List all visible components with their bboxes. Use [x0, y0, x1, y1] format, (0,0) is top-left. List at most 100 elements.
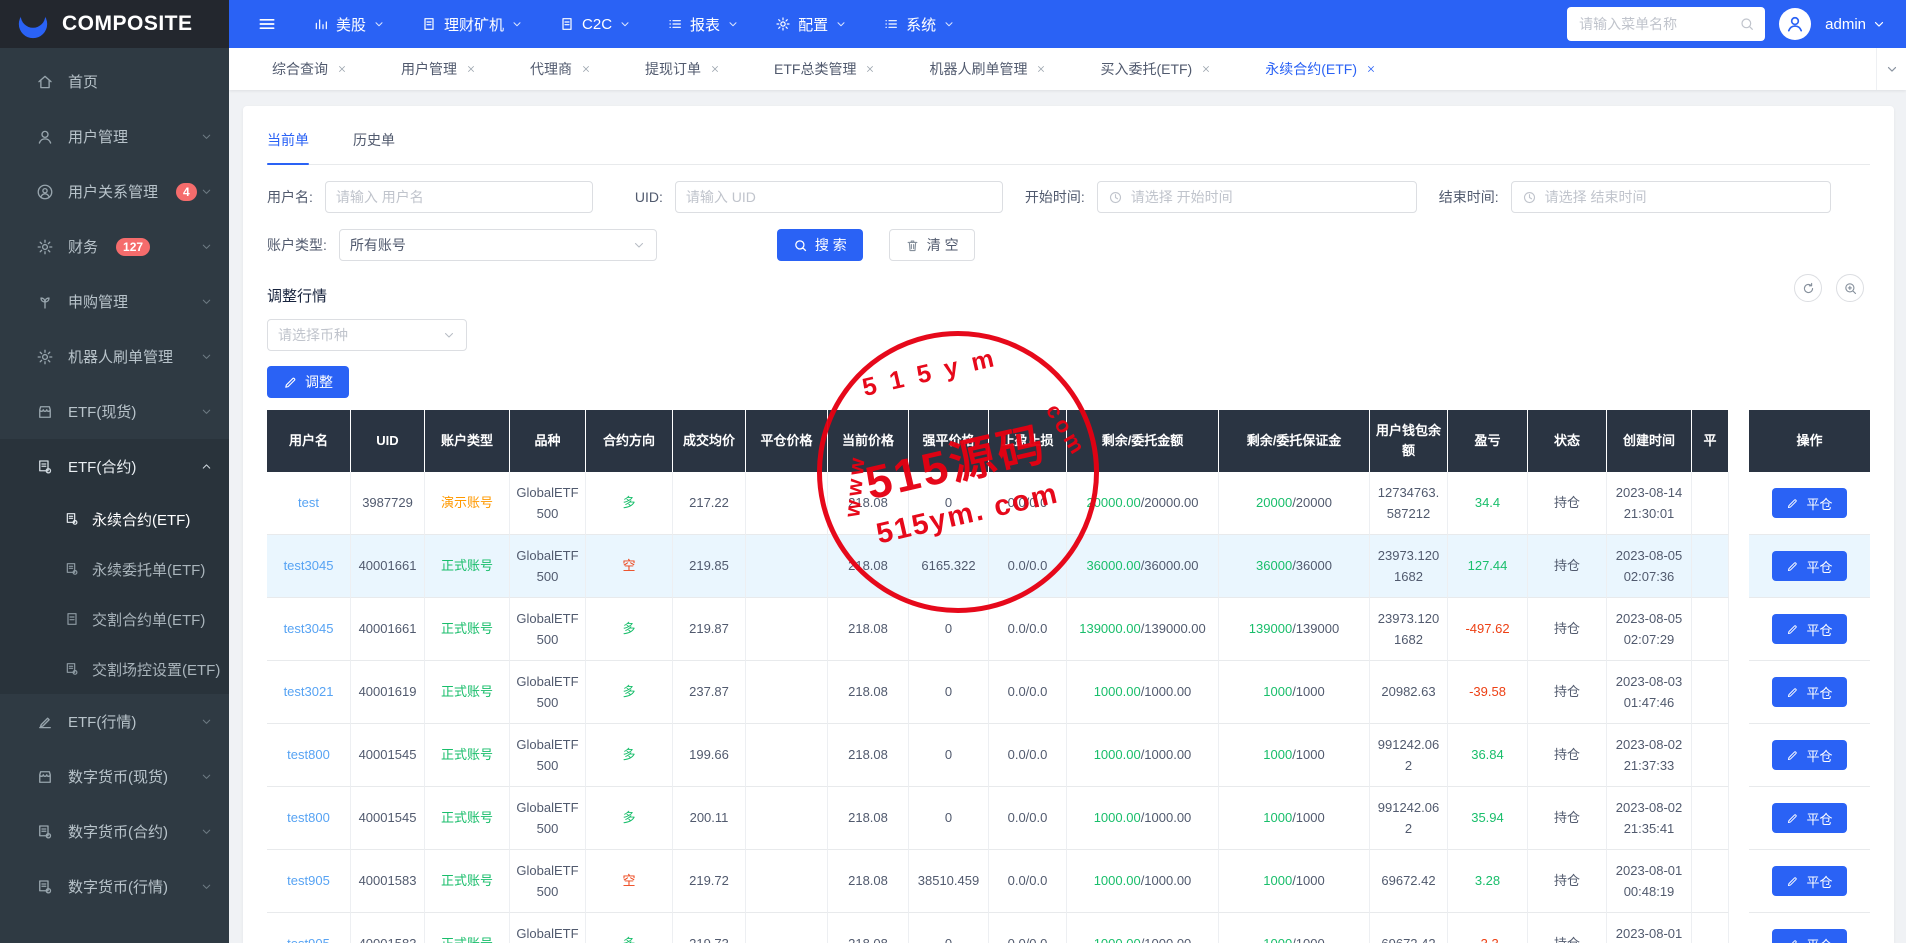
sidebar-item-财务[interactable]: 财务 127 [0, 219, 229, 274]
cell-wallet-balance: 20982.63 [1370, 661, 1448, 724]
username-link[interactable]: test905 [287, 870, 330, 891]
tabs-dropdown-button[interactable] [1876, 48, 1906, 90]
top-menu-item-6[interactable]: 系统 [883, 14, 955, 35]
cell-direction: 多 [586, 472, 673, 535]
top-menu-item-3[interactable]: C2C [559, 16, 631, 33]
sidebar-item-交割场控设置(ETF)[interactable]: 交割场控设置(ETF) [0, 644, 229, 694]
close-icon[interactable] [466, 64, 476, 74]
tab-label: ETF总类管理 [774, 61, 857, 77]
sidebar-item-永续委托单(ETF)[interactable]: 永续委托单(ETF) [0, 544, 229, 594]
end-time-label: 结束时间: [1438, 189, 1499, 205]
column-header-剩余/委托保证金: 剩余/委托保证金 [1219, 410, 1370, 472]
sidebar-item-用户关系管理[interactable]: 用户关系管理 4 [0, 164, 229, 219]
close-icon[interactable] [1366, 64, 1376, 74]
cell-remaining-amount: 139000.00/139000.00 [1067, 598, 1219, 661]
account-type-select[interactable]: 所有账号 [338, 229, 657, 261]
close-position-button[interactable]: 平仓 [1772, 803, 1847, 833]
sidebar-item-ETF(合约)[interactable]: ETF(合约) [0, 439, 229, 494]
top-menu-item-5[interactable]: 配置 [775, 14, 847, 35]
column-header-操作: 操作 [1749, 410, 1870, 472]
sidebar-item-首页[interactable]: 首页 [0, 54, 229, 109]
sidebar-item-label: 数字货币(行情) [68, 879, 168, 896]
tab-ETF总类管理[interactable]: ETF总类管理 [747, 48, 902, 90]
close-position-button[interactable]: 平仓 [1772, 614, 1847, 644]
close-position-button[interactable]: 平仓 [1772, 677, 1847, 707]
zoom-button[interactable] [1836, 274, 1864, 302]
sidebar-item-ETF(现货)[interactable]: ETF(现货) [0, 384, 229, 439]
coin-select[interactable]: 请选择币种 [267, 319, 467, 351]
sql-icon [64, 511, 80, 527]
start-time-input[interactable] [1130, 189, 1406, 205]
close-position-button[interactable]: 平仓 [1772, 740, 1847, 770]
tab-买入委托(ETF)[interactable]: 买入委托(ETF) [1073, 48, 1238, 90]
username-link[interactable]: test3045 [284, 618, 334, 639]
chevron-up-icon [200, 460, 213, 473]
hamburger-icon[interactable] [257, 14, 277, 34]
menu-search-input[interactable] [1579, 16, 1740, 32]
username-link[interactable]: test800 [287, 744, 330, 765]
username-link[interactable]: test3045 [284, 555, 334, 576]
avatar[interactable] [1779, 8, 1812, 40]
clear-button[interactable]: 清 空 [888, 229, 975, 261]
top-menu-item-2[interactable]: 理财矿机 [421, 14, 523, 35]
cell-created-time: 2023-08-03 01:47:46 [1607, 661, 1692, 724]
tab-提现订单[interactable]: 提现订单 [618, 48, 747, 90]
sidebar-item-ETF(行情)[interactable]: ETF(行情) [0, 694, 229, 749]
brand-logo: COMPOSITE [0, 0, 229, 48]
username-link[interactable]: test [298, 492, 319, 513]
close-position-button[interactable]: 平仓 [1772, 929, 1847, 943]
username-link[interactable]: test800 [287, 807, 330, 828]
close-position-button[interactable]: 平仓 [1772, 488, 1847, 518]
tab-永续合约(ETF)[interactable]: 永续合约(ETF) [1238, 48, 1403, 90]
pencil-icon [283, 375, 298, 390]
username-input[interactable] [335, 189, 582, 205]
table-row-gap [1729, 598, 1749, 661]
sidebar-item-数字货币(现货)[interactable]: 数字货币(现货) [0, 749, 229, 804]
cell-liquidation-price: 6165.322 [909, 535, 989, 598]
tab-机器人刷单管理[interactable]: 机器人刷单管理 [902, 48, 1073, 90]
user-icon [36, 128, 54, 146]
cell-status: 持仓 [1528, 724, 1607, 787]
column-header-用户钱包余额: 用户钱包余额 [1370, 410, 1448, 472]
close-icon[interactable] [1201, 64, 1211, 74]
shop-icon [36, 403, 54, 421]
order-tab-当前单[interactable]: 当前单 [267, 130, 309, 165]
username-link[interactable]: test905 [287, 933, 330, 943]
username-link[interactable]: test3021 [284, 681, 334, 702]
refresh-button[interactable] [1794, 274, 1822, 302]
cell-close-price [746, 787, 828, 850]
chevron-down-icon [200, 130, 213, 143]
close-icon[interactable] [710, 64, 720, 74]
user-menu[interactable]: admin [1825, 16, 1886, 33]
menu-search[interactable] [1567, 7, 1766, 41]
sidebar-item-数字货币(行情)[interactable]: 数字货币(行情) [0, 859, 229, 914]
cell-symbol: GlobalETF 500 [510, 661, 586, 724]
chevron-down-icon [200, 185, 213, 198]
sidebar-item-交割合约单(ETF)[interactable]: 交割合约单(ETF) [0, 594, 229, 644]
uid-input[interactable] [685, 189, 992, 205]
chevron-down-icon [1872, 17, 1886, 31]
close-icon[interactable] [581, 64, 591, 74]
close-icon[interactable] [865, 64, 875, 74]
close-position-button[interactable]: 平仓 [1772, 866, 1847, 896]
order-tab-历史单[interactable]: 历史单 [353, 130, 395, 164]
search-button[interactable]: 搜 索 [776, 229, 863, 261]
adjust-button[interactable]: 调整 [267, 366, 349, 398]
column-header-账户类型: 账户类型 [425, 410, 510, 472]
tab-用户管理[interactable]: 用户管理 [374, 48, 503, 90]
top-menu-item-1[interactable]: 美股 [313, 14, 385, 35]
sidebar-item-永续合约(ETF)[interactable]: 永续合约(ETF) [0, 494, 229, 544]
tab-代理商[interactable]: 代理商 [503, 48, 618, 90]
close-icon[interactable] [1036, 64, 1046, 74]
sidebar-item-用户管理[interactable]: 用户管理 [0, 109, 229, 164]
sidebar-item-机器人刷单管理[interactable]: 机器人刷单管理 [0, 329, 229, 384]
end-time-input[interactable] [1544, 189, 1820, 205]
sidebar-item-数字货币(合约)[interactable]: 数字货币(合约) [0, 804, 229, 859]
top-menu-item-4[interactable]: 报表 [667, 14, 739, 35]
sidebar-item-申购管理[interactable]: 申购管理 [0, 274, 229, 329]
close-icon[interactable] [337, 64, 347, 74]
cell-tp-sl: 0.0/0.0 [989, 598, 1067, 661]
home-icon [36, 73, 54, 91]
tab-综合查询[interactable]: 综合查询 [245, 48, 374, 90]
close-position-button[interactable]: 平仓 [1772, 551, 1847, 581]
